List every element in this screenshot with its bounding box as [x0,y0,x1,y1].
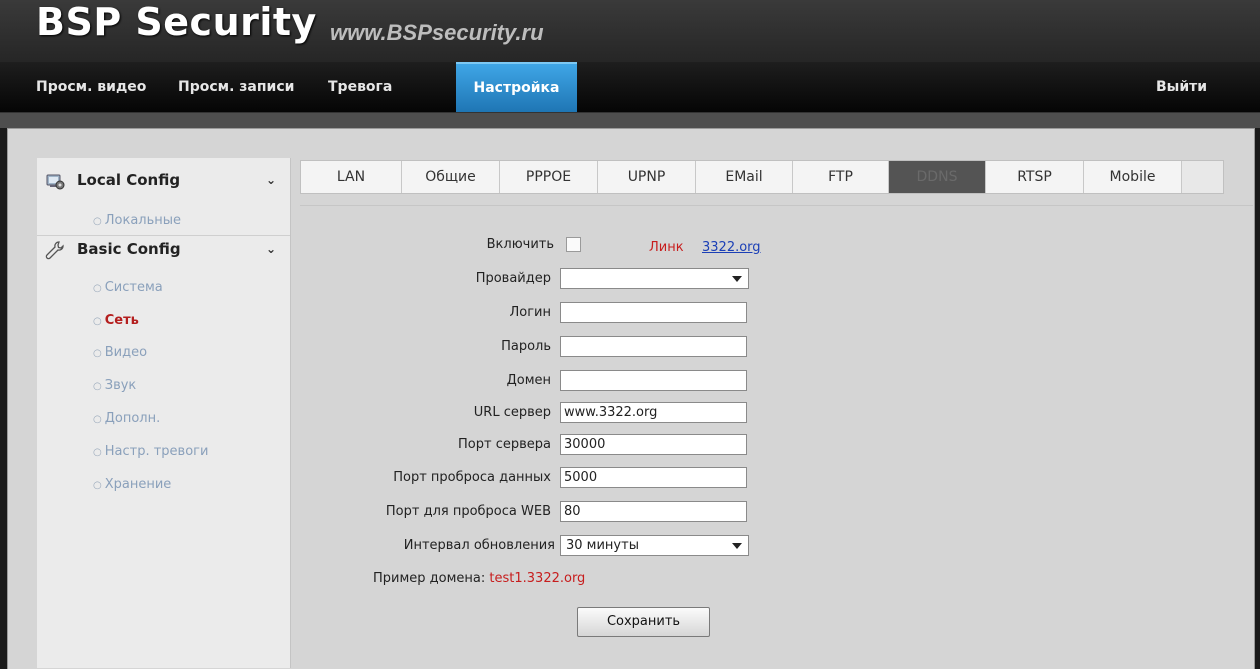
sidebar-item-label: Видео [104,345,148,360]
logout-button[interactable]: Выйти [1156,62,1207,112]
data-port-label: Порт проброса данных [393,470,551,485]
sidebar-item-alarm-settings[interactable]: ○ Настр. тревоги [93,444,208,462]
server-url-field[interactable]: www.3322.org [560,402,747,423]
login-field[interactable] [560,302,747,323]
sidebar-item-storage[interactable]: ○ Хранение [93,477,171,495]
sidebar-item-label: Хранение [104,477,172,492]
domain-field[interactable] [560,370,747,391]
sidebar-item-label: Локальные [104,213,182,228]
chevron-down-icon: ⌄ [266,173,277,187]
sidebar-item-local[interactable]: ○ Локальные [93,213,181,231]
circle-bullet-icon: ○ [93,414,102,425]
provider-link[interactable]: 3322.org [702,240,761,255]
data-port-field[interactable]: 5000 [560,467,747,488]
circle-bullet-icon: ○ [93,480,102,491]
update-interval-value: 30 минуты [566,538,639,553]
wrench-icon [45,241,64,260]
circle-bullet-icon: ○ [93,283,102,294]
nav-settings[interactable]: Настройка [456,62,577,112]
tab-lan[interactable]: LAN [301,161,402,193]
tab-pppoe[interactable]: PPPOE [500,161,598,193]
domain-example-label: Пример домена: [373,571,486,586]
circle-bullet-icon: ○ [93,381,102,392]
header: BSP Security www.BSPsecurity.ru [0,0,1260,62]
update-interval-select[interactable]: 30 минуты [560,535,749,556]
web-port-field[interactable]: 80 [560,501,747,522]
server-port-field[interactable]: 30000 [560,434,747,455]
tab-ddns[interactable]: DDNS [889,161,986,193]
sidebar-item-network[interactable]: ○ Сеть [93,313,139,331]
update-interval-label: Интервал обновления [403,538,555,553]
sidebar-item-label: Система [104,280,163,295]
sidebar: Local Config ⌄ ○ Локальные Basic Config ⌄… [37,158,291,668]
enable-checkbox[interactable] [566,237,581,252]
save-button[interactable]: Сохранить [577,607,710,637]
password-field[interactable] [560,336,747,357]
computer-settings-icon [46,174,65,190]
tab-general[interactable]: Общие [402,161,500,193]
nav-divider-strip [0,113,1260,128]
domain-example-value: test1.3322.org [489,571,586,586]
sidebar-group-local-config[interactable]: Local Config ⌄ [37,165,290,195]
domain-example: Пример домена: test1.3322.org [373,571,585,586]
sidebar-item-label: Сеть [104,313,139,328]
nav-playback[interactable]: Просм. записи [178,62,294,112]
sidebar-item-video[interactable]: ○ Видео [93,345,147,363]
sidebar-item-advanced[interactable]: ○ Дополн. [93,411,160,429]
tab-rtsp[interactable]: RTSP [986,161,1084,193]
enable-label: Включить [486,237,554,252]
password-label: Пароль [501,339,551,354]
website-url: www.BSPsecurity.ru [330,20,544,45]
sidebar-group-basic-config[interactable]: Basic Config ⌄ [37,234,290,264]
circle-bullet-icon: ○ [93,447,102,458]
sidebar-item-label: Настр. тревоги [104,444,209,459]
brand-logo: BSP Security [36,0,317,44]
settings-tabs: LAN Общие PPPOE UPNP EMail FTP DDNS RTSP… [300,160,1224,194]
server-url-label: URL сервер [473,405,551,420]
domain-label: Домен [506,373,551,388]
dropdown-arrow-icon [732,543,742,549]
login-label: Логин [509,305,551,320]
sidebar-item-label: Дополн. [104,411,161,426]
link-label: Линк [649,240,684,255]
dropdown-arrow-icon [732,276,742,282]
web-port-label: Порт для проброса WEB [385,504,551,519]
tab-email[interactable]: EMail [696,161,793,193]
tab-mobile[interactable]: Mobile [1084,161,1182,193]
sidebar-item-system[interactable]: ○ Система [93,280,163,298]
circle-bullet-icon: ○ [93,216,102,227]
sidebar-item-label: Звук [104,378,137,393]
server-port-label: Порт сервера [458,437,551,452]
sidebar-group-title: Local Config [77,171,181,189]
tab-upnp[interactable]: UPNP [598,161,696,193]
chevron-down-icon: ⌄ [266,242,277,256]
circle-bullet-icon: ○ [93,348,102,359]
provider-select[interactable] [560,268,749,289]
nav-alarm[interactable]: Тревога [328,62,392,112]
circle-bullet-icon: ○ [93,316,102,327]
main-nav: Просм. видео Просм. записи Тревога Настр… [0,62,1260,113]
sidebar-item-audio[interactable]: ○ Звук [93,378,136,396]
nav-live-view[interactable]: Просм. видео [36,62,146,112]
provider-label: Провайдер [475,271,551,286]
tab-ftp[interactable]: FTP [793,161,889,193]
sidebar-group-title: Basic Config [77,240,181,258]
